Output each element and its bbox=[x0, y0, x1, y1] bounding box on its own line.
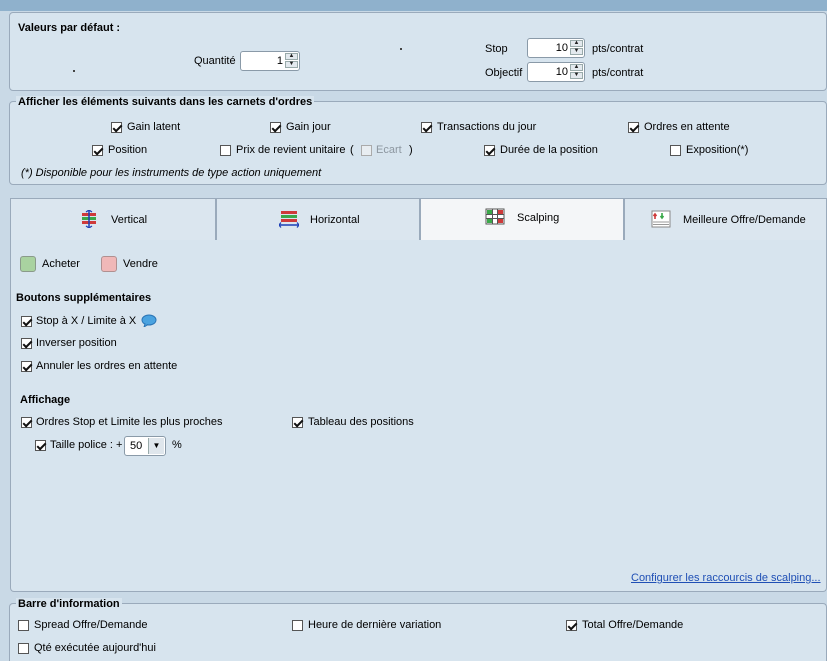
affichage-title: Affichage bbox=[20, 394, 71, 406]
defaults-title: Valeurs par défaut : bbox=[18, 22, 121, 34]
chevron-down-icon[interactable]: ▼ bbox=[148, 438, 164, 454]
extra-buttons-title: Boutons supplémentaires bbox=[16, 292, 152, 304]
quantity-value: 1 bbox=[276, 55, 283, 67]
defaults-panel: Valeurs par défaut : Quantité 1 ▲ ▼ Stop … bbox=[9, 12, 827, 91]
objective-down-arrow-icon[interactable]: ▼ bbox=[570, 72, 583, 79]
stop-up-arrow-icon[interactable]: ▲ bbox=[570, 40, 583, 47]
font-size-select[interactable]: 50 ▼ bbox=[124, 436, 166, 456]
ordres-attente-checkbox[interactable] bbox=[628, 122, 639, 133]
exposition-label: Exposition(*) bbox=[686, 144, 749, 156]
position-label: Position bbox=[108, 144, 148, 156]
heure-variation-checkbox[interactable] bbox=[292, 620, 303, 631]
spread-checkbox[interactable] bbox=[18, 620, 29, 631]
objective-value: 10 bbox=[555, 66, 568, 78]
speech-bubble-icon[interactable] bbox=[141, 314, 157, 327]
gain-latent-checkbox[interactable] bbox=[111, 122, 122, 133]
total-offre-demande-label: Total Offre/Demande bbox=[582, 619, 684, 631]
tab-horizontal-label: Horizontal bbox=[310, 214, 360, 226]
gain-jour-label: Gain jour bbox=[286, 121, 331, 133]
decorative-dot bbox=[73, 70, 75, 72]
tab-best-bid-ask-label: Meilleure Offre/Demande bbox=[683, 214, 806, 226]
quantity-label: Quantité bbox=[194, 55, 236, 67]
stop-limite-label: Stop à X / Limite à X bbox=[36, 315, 137, 327]
decorative-dot bbox=[400, 48, 402, 50]
exposition-checkbox[interactable] bbox=[670, 145, 681, 156]
tableau-positions-label: Tableau des positions bbox=[308, 416, 414, 428]
gain-jour-checkbox[interactable] bbox=[270, 122, 281, 133]
gain-latent-label: Gain latent bbox=[127, 121, 181, 133]
vertical-layout-icon bbox=[82, 210, 96, 228]
font-size-value: 50 bbox=[130, 440, 143, 452]
buy-label: Acheter bbox=[42, 258, 80, 270]
scalping-grid-icon bbox=[485, 208, 505, 225]
inverser-position-checkbox[interactable] bbox=[21, 338, 32, 349]
objective-unit: pts/contrat bbox=[592, 67, 644, 79]
tab-scalping[interactable]: Scalping bbox=[420, 198, 624, 242]
ordres-attente-label: Ordres en attente bbox=[644, 121, 730, 133]
font-size-unit: % bbox=[172, 439, 182, 451]
tab-vertical-label: Vertical bbox=[111, 214, 148, 226]
paren-open: ( bbox=[350, 144, 354, 156]
best-bid-ask-icon bbox=[651, 210, 671, 228]
display-elements-title: Afficher les éléments suivants dans les … bbox=[16, 96, 315, 108]
tab-vertical[interactable]: Vertical bbox=[10, 198, 216, 240]
horizontal-layout-icon bbox=[279, 211, 299, 228]
ecart-label: Ecart bbox=[376, 144, 402, 156]
qte-executee-label: Qté exécutée aujourd'hui bbox=[34, 642, 156, 654]
tab-scalping-label: Scalping bbox=[517, 212, 560, 224]
duree-position-label: Durée de la position bbox=[500, 144, 598, 156]
spread-label: Spread Offre/Demande bbox=[34, 619, 148, 631]
taille-police-label: Taille police : + bbox=[50, 439, 123, 451]
stop-unit: pts/contrat bbox=[592, 43, 644, 55]
transactions-jour-checkbox[interactable] bbox=[421, 122, 432, 133]
prix-revient-checkbox[interactable] bbox=[220, 145, 231, 156]
ecart-checkbox[interactable] bbox=[361, 145, 372, 156]
sell-label: Vendre bbox=[123, 258, 158, 270]
stop-down-arrow-icon[interactable]: ▼ bbox=[570, 48, 583, 55]
annuler-ordres-label: Annuler les ordres en attente bbox=[36, 360, 178, 372]
paren-close: ) bbox=[409, 144, 413, 156]
tableau-positions-checkbox[interactable] bbox=[292, 417, 303, 428]
qte-executee-checkbox[interactable] bbox=[18, 643, 29, 654]
position-checkbox[interactable] bbox=[92, 145, 103, 156]
stop-label: Stop bbox=[485, 43, 508, 55]
quantity-stepper[interactable]: 1 ▲ ▼ bbox=[240, 51, 300, 71]
sell-color-swatch[interactable] bbox=[101, 256, 117, 272]
tab-best-bid-ask[interactable]: Meilleure Offre/Demande bbox=[624, 198, 827, 240]
stop-value: 10 bbox=[555, 42, 568, 54]
heure-variation-label: Heure de dernière variation bbox=[308, 619, 442, 631]
buy-color-swatch[interactable] bbox=[20, 256, 36, 272]
ordres-proches-checkbox[interactable] bbox=[21, 417, 32, 428]
display-elements-panel: Afficher les éléments suivants dans les … bbox=[9, 96, 827, 185]
transactions-jour-label: Transactions du jour bbox=[437, 121, 537, 133]
display-elements-note: (*) Disponible pour les instruments de t… bbox=[21, 167, 322, 179]
stop-stepper[interactable]: 10 ▲ ▼ bbox=[527, 38, 585, 58]
info-bar-title: Barre d'information bbox=[16, 598, 122, 610]
annuler-ordres-checkbox[interactable] bbox=[21, 361, 32, 372]
configure-shortcuts-link[interactable]: Configurer les raccourcis de scalping... bbox=[631, 572, 821, 584]
inverser-position-label: Inverser position bbox=[36, 337, 117, 349]
info-bar-panel: Barre d'information Spread Offre/Demande… bbox=[9, 598, 827, 661]
prix-revient-label: Prix de revient unitaire bbox=[236, 144, 346, 156]
window-top-strip bbox=[0, 0, 827, 11]
quantity-up-arrow-icon[interactable]: ▲ bbox=[285, 53, 298, 60]
tab-horizontal[interactable]: Horizontal bbox=[216, 198, 420, 240]
objective-stepper[interactable]: 10 ▲ ▼ bbox=[527, 62, 585, 82]
taille-police-checkbox[interactable] bbox=[35, 440, 46, 451]
quantity-down-arrow-icon[interactable]: ▼ bbox=[285, 61, 298, 68]
ordres-proches-label: Ordres Stop et Limite les plus proches bbox=[36, 416, 223, 428]
duree-position-checkbox[interactable] bbox=[484, 145, 495, 156]
total-offre-demande-checkbox[interactable] bbox=[566, 620, 577, 631]
objective-up-arrow-icon[interactable]: ▲ bbox=[570, 64, 583, 71]
stop-limite-checkbox[interactable] bbox=[21, 316, 32, 327]
scalping-panel: Acheter Vendre Boutons supplémentaires S… bbox=[10, 240, 827, 592]
objective-label: Objectif bbox=[485, 67, 523, 79]
